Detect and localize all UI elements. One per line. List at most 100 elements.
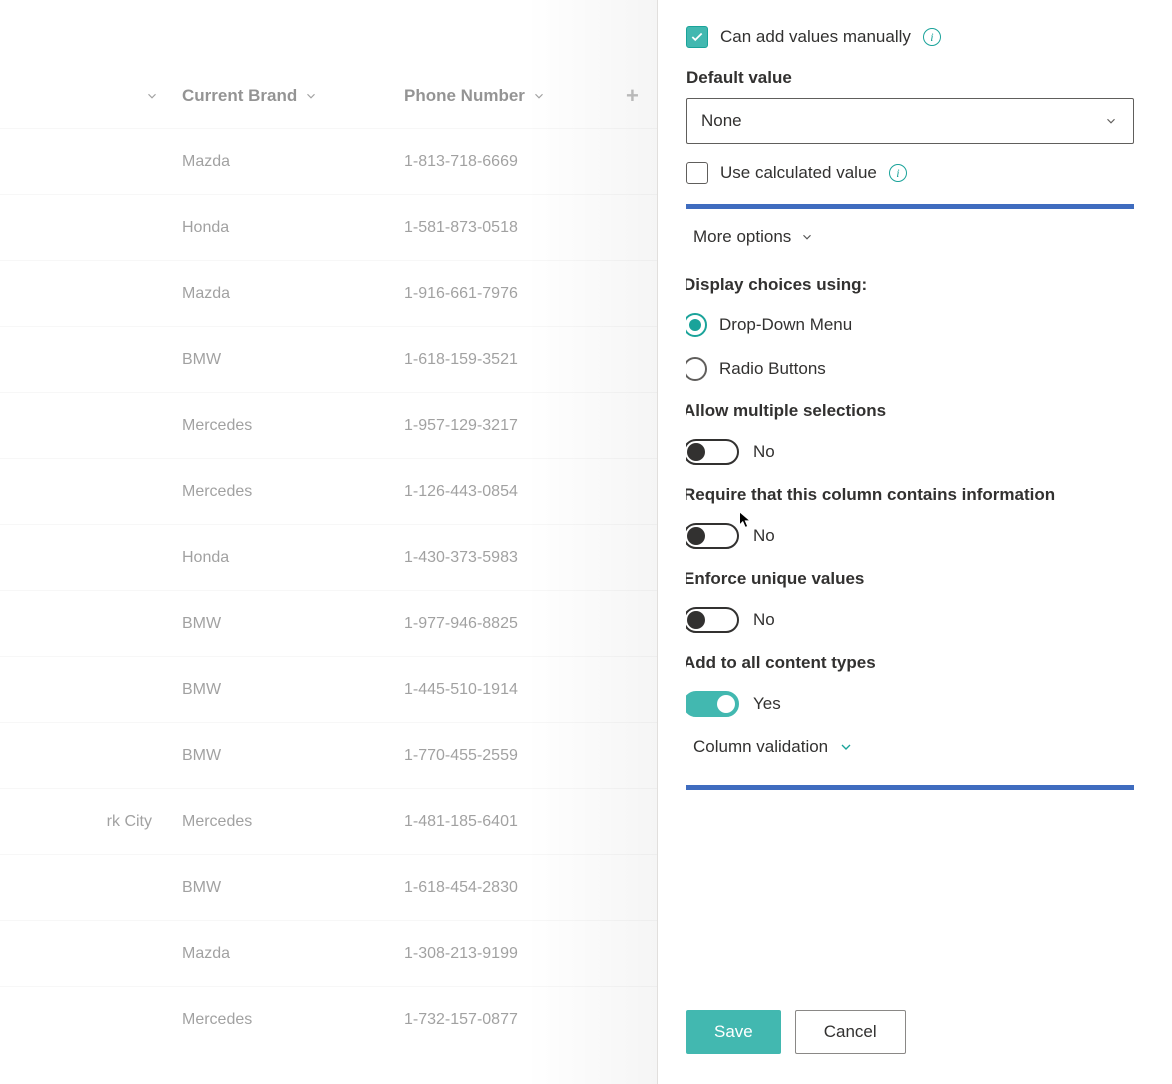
add-content-types-field: Add to all content types Yes bbox=[686, 653, 1134, 717]
panel-footer: Save Cancel bbox=[686, 1004, 1134, 1084]
table-row[interactable]: BMW1-445-510-1914 bbox=[0, 656, 657, 722]
cell-phone: 1-977-946-8825 bbox=[400, 615, 620, 633]
cell-phone: 1-126-443-0854 bbox=[400, 483, 620, 501]
cell-phone: 1-770-455-2559 bbox=[400, 747, 620, 765]
chevron-down-icon bbox=[1103, 113, 1119, 129]
table-row[interactable]: Mazda1-813-718-6669 bbox=[0, 128, 657, 194]
chevron-down-icon bbox=[531, 88, 547, 104]
allow-multiple-field: Allow multiple selections No bbox=[686, 401, 1134, 465]
display-option-dropdown-label: Drop-Down Menu bbox=[719, 315, 852, 335]
table-row[interactable]: Honda1-430-373-5983 bbox=[0, 524, 657, 590]
cell-phone: 1-581-873-0518 bbox=[400, 219, 620, 237]
table-row[interactable]: BMW1-618-159-3521 bbox=[0, 326, 657, 392]
cell-phone: 1-445-510-1914 bbox=[400, 681, 620, 699]
cell-brand: BMW bbox=[170, 351, 400, 369]
table-body: Mazda1-813-718-6669Honda1-581-873-0518Ma… bbox=[0, 128, 657, 1052]
table-row[interactable]: BMW1-770-455-2559 bbox=[0, 722, 657, 788]
require-value: No bbox=[753, 526, 775, 546]
table-row[interactable]: Honda1-581-873-0518 bbox=[0, 194, 657, 260]
table-row[interactable]: Mercedes1-957-129-3217 bbox=[0, 392, 657, 458]
cell-brand: Honda bbox=[170, 549, 400, 567]
column-header-brand[interactable]: Current Brand bbox=[170, 86, 400, 106]
cell-brand: Mercedes bbox=[170, 1011, 400, 1029]
require-toggle[interactable] bbox=[686, 523, 739, 549]
use-calculated-checkbox[interactable] bbox=[686, 162, 708, 184]
info-icon[interactable]: i bbox=[923, 28, 941, 46]
table-row[interactable]: Mercedes1-732-157-0877 bbox=[0, 986, 657, 1052]
cell-brand: Honda bbox=[170, 219, 400, 237]
column-header-city[interactable] bbox=[0, 88, 170, 104]
enforce-unique-toggle[interactable] bbox=[686, 607, 739, 633]
display-option-dropdown[interactable]: Drop-Down Menu bbox=[686, 313, 1134, 337]
table-row[interactable]: Mazda1-308-213-9199 bbox=[0, 920, 657, 986]
column-validation-toggle[interactable]: Column validation bbox=[686, 737, 1134, 757]
panel-scroll-area[interactable]: Can add values manually i Default value … bbox=[686, 26, 1134, 1004]
cell-brand: BMW bbox=[170, 681, 400, 699]
add-content-types-value: Yes bbox=[753, 694, 781, 714]
column-header-phone-label: Phone Number bbox=[404, 86, 525, 106]
can-add-values-field: Can add values manually i bbox=[686, 26, 1134, 48]
display-option-radio-label: Radio Buttons bbox=[719, 359, 826, 379]
more-options-section: More options Display choices using: Drop… bbox=[686, 204, 1134, 790]
cell-phone: 1-813-718-6669 bbox=[400, 153, 620, 171]
enforce-unique-field: Enforce unique values No bbox=[686, 569, 1134, 633]
cell-brand: Mazda bbox=[170, 285, 400, 303]
cell-brand: Mazda bbox=[170, 153, 400, 171]
cell-brand: Mercedes bbox=[170, 813, 400, 831]
add-column-button[interactable]: + bbox=[620, 83, 657, 109]
cell-phone: 1-732-157-0877 bbox=[400, 1011, 620, 1029]
use-calculated-field: Use calculated value i bbox=[686, 162, 1134, 184]
enforce-unique-value: No bbox=[753, 610, 775, 630]
cell-brand: Mazda bbox=[170, 945, 400, 963]
info-icon[interactable]: i bbox=[889, 164, 907, 182]
cell-city: rk City bbox=[0, 813, 170, 831]
default-value-selected: None bbox=[701, 111, 742, 131]
chevron-down-icon bbox=[303, 88, 319, 104]
cell-phone: 1-618-454-2830 bbox=[400, 879, 620, 897]
require-column-field: Require that this column contains inform… bbox=[686, 485, 1134, 549]
table-row[interactable]: BMW1-618-454-2830 bbox=[0, 854, 657, 920]
table-row[interactable]: Mercedes1-126-443-0854 bbox=[0, 458, 657, 524]
add-content-types-toggle[interactable] bbox=[686, 691, 739, 717]
more-options-toggle[interactable]: More options bbox=[686, 227, 1134, 247]
enforce-unique-label: Enforce unique values bbox=[686, 569, 1134, 589]
default-value-dropdown[interactable]: None bbox=[686, 98, 1134, 144]
column-validation-label: Column validation bbox=[693, 737, 828, 757]
column-header-brand-label: Current Brand bbox=[182, 86, 297, 106]
more-options-label: More options bbox=[693, 227, 791, 247]
display-option-radio[interactable]: Radio Buttons bbox=[686, 357, 1134, 381]
table-row[interactable]: rk CityMercedes1-481-185-6401 bbox=[0, 788, 657, 854]
use-calculated-label: Use calculated value bbox=[720, 163, 877, 183]
table-header-row: Current Brand Phone Number + bbox=[0, 0, 657, 128]
chevron-down-icon bbox=[144, 88, 160, 104]
list-view-table: Current Brand Phone Number + Mazda1-813-… bbox=[0, 0, 657, 1084]
display-choices-label: Display choices using: bbox=[686, 275, 1134, 295]
cancel-button[interactable]: Cancel bbox=[795, 1010, 906, 1054]
cell-brand: BMW bbox=[170, 615, 400, 633]
save-button[interactable]: Save bbox=[686, 1010, 781, 1054]
radio-unselected-icon bbox=[686, 357, 707, 381]
allow-multiple-toggle[interactable] bbox=[686, 439, 739, 465]
default-value-label: Default value bbox=[686, 68, 1134, 88]
chevron-down-icon bbox=[838, 739, 854, 755]
cell-brand: Mercedes bbox=[170, 417, 400, 435]
cell-phone: 1-308-213-9199 bbox=[400, 945, 620, 963]
table-row[interactable]: Mazda1-916-661-7976 bbox=[0, 260, 657, 326]
can-add-values-checkbox[interactable] bbox=[686, 26, 708, 48]
cell-phone: 1-618-159-3521 bbox=[400, 351, 620, 369]
allow-multiple-value: No bbox=[753, 442, 775, 462]
require-label: Require that this column contains inform… bbox=[686, 485, 1134, 505]
cell-brand: BMW bbox=[170, 879, 400, 897]
radio-selected-icon bbox=[686, 313, 707, 337]
allow-multiple-label: Allow multiple selections bbox=[686, 401, 1134, 421]
cell-phone: 1-430-373-5983 bbox=[400, 549, 620, 567]
column-header-phone[interactable]: Phone Number bbox=[400, 86, 620, 106]
cell-brand: BMW bbox=[170, 747, 400, 765]
column-settings-panel: Can add values manually i Default value … bbox=[657, 0, 1172, 1084]
cell-phone: 1-957-129-3217 bbox=[400, 417, 620, 435]
cell-brand: Mercedes bbox=[170, 483, 400, 501]
cell-phone: 1-916-661-7976 bbox=[400, 285, 620, 303]
add-content-types-label: Add to all content types bbox=[686, 653, 1134, 673]
cell-phone: 1-481-185-6401 bbox=[400, 813, 620, 831]
table-row[interactable]: BMW1-977-946-8825 bbox=[0, 590, 657, 656]
